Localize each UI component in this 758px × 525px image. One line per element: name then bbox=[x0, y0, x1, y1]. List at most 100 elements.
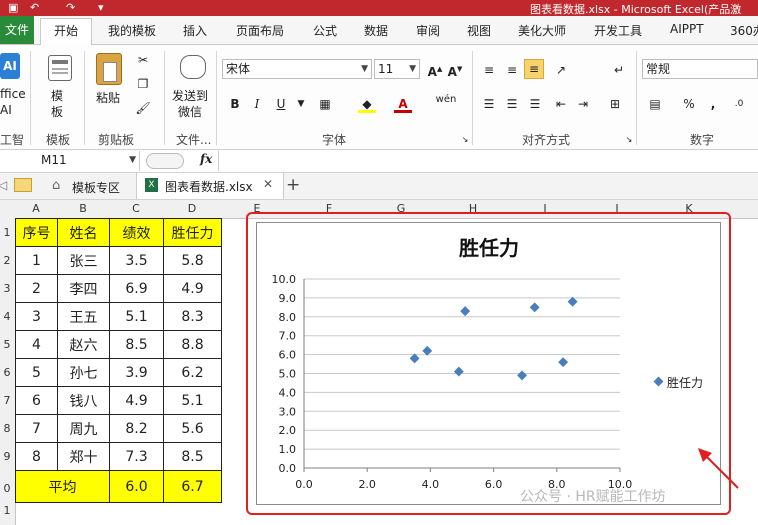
table-cell[interactable]: 2 bbox=[15, 274, 58, 303]
table-cell[interactable]: 6 bbox=[15, 386, 58, 415]
data-point[interactable] bbox=[558, 357, 569, 368]
formula-expand-handle[interactable] bbox=[146, 153, 184, 169]
data-point[interactable] bbox=[460, 306, 471, 317]
tab-360[interactable]: 360办 bbox=[730, 22, 758, 39]
table-cell[interactable]: 6.9 bbox=[109, 274, 164, 303]
table-cell[interactable]: 李四 bbox=[57, 274, 110, 303]
orientation-icon[interactable]: ↗ bbox=[552, 61, 570, 79]
table-cell[interactable]: 8.5 bbox=[109, 330, 164, 359]
table-cell[interactable]: 郑十 bbox=[57, 442, 110, 471]
comma-button[interactable]: , bbox=[704, 95, 722, 113]
table-cell[interactable]: 5.1 bbox=[163, 386, 222, 415]
table-cell[interactable]: 8.2 bbox=[109, 414, 164, 443]
table-cell[interactable]: 3.5 bbox=[109, 246, 164, 275]
tab-my-templates[interactable]: 我的模板 bbox=[108, 22, 156, 39]
shrink-font-icon[interactable]: A▼ bbox=[446, 60, 464, 79]
name-box[interactable]: M11 ▼ bbox=[0, 151, 140, 171]
column-header-a[interactable]: A bbox=[15, 202, 57, 215]
folder-icon[interactable] bbox=[14, 178, 32, 192]
table-cell[interactable]: 张三 bbox=[57, 246, 110, 275]
table-cell[interactable]: 孙七 bbox=[57, 358, 110, 387]
table-cell[interactable]: 8.3 bbox=[163, 302, 222, 331]
header-cell-index[interactable]: 序号 bbox=[15, 218, 58, 247]
percent-button[interactable]: % bbox=[680, 95, 698, 113]
customize-quick-access-icon[interactable]: ▾ bbox=[98, 1, 104, 14]
row-header[interactable]: 4 bbox=[0, 310, 14, 323]
wechat-icon[interactable] bbox=[180, 55, 206, 79]
align-middle-icon[interactable]: ≡ bbox=[503, 61, 521, 79]
header-cell-competency[interactable]: 胜任力 bbox=[163, 218, 222, 247]
close-icon[interactable]: ✕ bbox=[263, 177, 273, 191]
table-cell[interactable]: 8.8 bbox=[163, 330, 222, 359]
table-cell[interactable]: 1 bbox=[15, 246, 58, 275]
table-cell[interactable]: 7.3 bbox=[109, 442, 164, 471]
table-cell[interactable]: 8.5 bbox=[163, 442, 222, 471]
merge-center-icon[interactable]: ⊞ bbox=[606, 95, 624, 113]
italic-button[interactable]: I bbox=[248, 95, 266, 113]
number-format-select[interactable]: 常规 bbox=[642, 59, 758, 79]
row-header[interactable]: 8 bbox=[0, 422, 14, 435]
tab-page-layout[interactable]: 页面布局 bbox=[236, 22, 284, 39]
data-point[interactable] bbox=[529, 302, 540, 313]
bold-button[interactable]: B bbox=[226, 95, 244, 113]
format-painter-icon[interactable]: 🖌 bbox=[134, 99, 152, 117]
copy-icon[interactable]: ❐ bbox=[134, 75, 152, 93]
undo-icon[interactable]: ↶ bbox=[30, 1, 39, 14]
font-size-select[interactable]: 11 ▼ bbox=[374, 59, 420, 79]
row-header[interactable]: 1 bbox=[0, 504, 14, 517]
tab-data[interactable]: 数据 bbox=[364, 22, 388, 39]
border-icon[interactable]: ▦ bbox=[316, 95, 334, 113]
row-header[interactable]: 6 bbox=[0, 366, 14, 379]
tab-aippt[interactable]: AIPPT bbox=[670, 22, 704, 36]
cut-icon[interactable]: ✂ bbox=[134, 51, 152, 69]
table-cell[interactable]: 王五 bbox=[57, 302, 110, 331]
table-cell[interactable]: 赵六 bbox=[57, 330, 110, 359]
header-cell-performance[interactable]: 绩效 bbox=[109, 218, 164, 247]
fill-color-icon[interactable]: ◆ bbox=[358, 95, 376, 113]
align-top-icon[interactable]: ≡ bbox=[480, 61, 498, 79]
align-right-icon[interactable]: ☰ bbox=[526, 95, 544, 113]
table-cell[interactable]: 4.9 bbox=[163, 274, 222, 303]
average-competency-cell[interactable]: 6.7 bbox=[163, 470, 222, 503]
wrap-text-icon[interactable]: ↵ bbox=[610, 61, 628, 79]
underline-dropdown-icon[interactable]: ▼ bbox=[292, 95, 310, 113]
tab-workbook[interactable]: X 图表看数据.xlsx ✕ bbox=[136, 173, 284, 199]
table-cell[interactable]: 5.6 bbox=[163, 414, 222, 443]
table-cell[interactable]: 8 bbox=[15, 442, 58, 471]
phonetic-icon[interactable]: wén bbox=[434, 91, 458, 109]
new-tab-icon[interactable]: + bbox=[286, 175, 300, 195]
chart-object[interactable]: 胜任力 0.0 1.0 2.0 3.0 4.0 5.0 6.0 7.0 8.0 9.0 10.0 0… bbox=[256, 222, 721, 505]
row-header[interactable]: 5 bbox=[0, 338, 14, 351]
increase-indent-icon[interactable]: ⇥ bbox=[574, 95, 592, 113]
grow-font-icon[interactable]: A▲ bbox=[426, 60, 444, 79]
table-cell[interactable]: 5.8 bbox=[163, 246, 222, 275]
table-cell[interactable]: 5 bbox=[15, 358, 58, 387]
row-header[interactable]: 3 bbox=[0, 282, 14, 295]
align-bottom-icon[interactable]: ≡ bbox=[524, 59, 544, 79]
tab-file[interactable]: 文件 bbox=[0, 16, 34, 44]
align-center-icon[interactable]: ☰ bbox=[503, 95, 521, 113]
row-header[interactable]: 0 bbox=[0, 482, 14, 495]
paste-icon[interactable] bbox=[96, 53, 122, 85]
tab-template-zone[interactable]: ⌂ 模板专区 bbox=[42, 174, 134, 199]
row-header[interactable]: 1 bbox=[0, 226, 14, 239]
average-performance-cell[interactable]: 6.0 bbox=[109, 470, 164, 503]
column-header-c[interactable]: C bbox=[109, 202, 163, 215]
tab-view[interactable]: 视图 bbox=[467, 22, 491, 39]
tab-review[interactable]: 审阅 bbox=[416, 22, 440, 39]
data-point[interactable] bbox=[517, 370, 527, 381]
header-cell-name[interactable]: 姓名 bbox=[57, 218, 110, 247]
column-header-b[interactable]: B bbox=[57, 202, 109, 215]
row-header[interactable]: 9 bbox=[0, 450, 14, 463]
table-cell[interactable]: 6.2 bbox=[163, 358, 222, 387]
font-name-select[interactable]: 宋体 ▼ bbox=[222, 59, 372, 79]
table-cell[interactable]: 周九 bbox=[57, 414, 110, 443]
table-cell[interactable]: 5.1 bbox=[109, 302, 164, 331]
data-point[interactable] bbox=[453, 366, 464, 377]
column-header-d[interactable]: D bbox=[163, 202, 221, 215]
table-cell[interactable]: 7 bbox=[15, 414, 58, 443]
insert-function-button[interactable]: fx bbox=[200, 152, 212, 166]
tab-developer[interactable]: 开发工具 bbox=[594, 22, 642, 39]
tab-beautify[interactable]: 美化大师 bbox=[518, 22, 566, 39]
row-header[interactable]: 2 bbox=[0, 254, 14, 267]
